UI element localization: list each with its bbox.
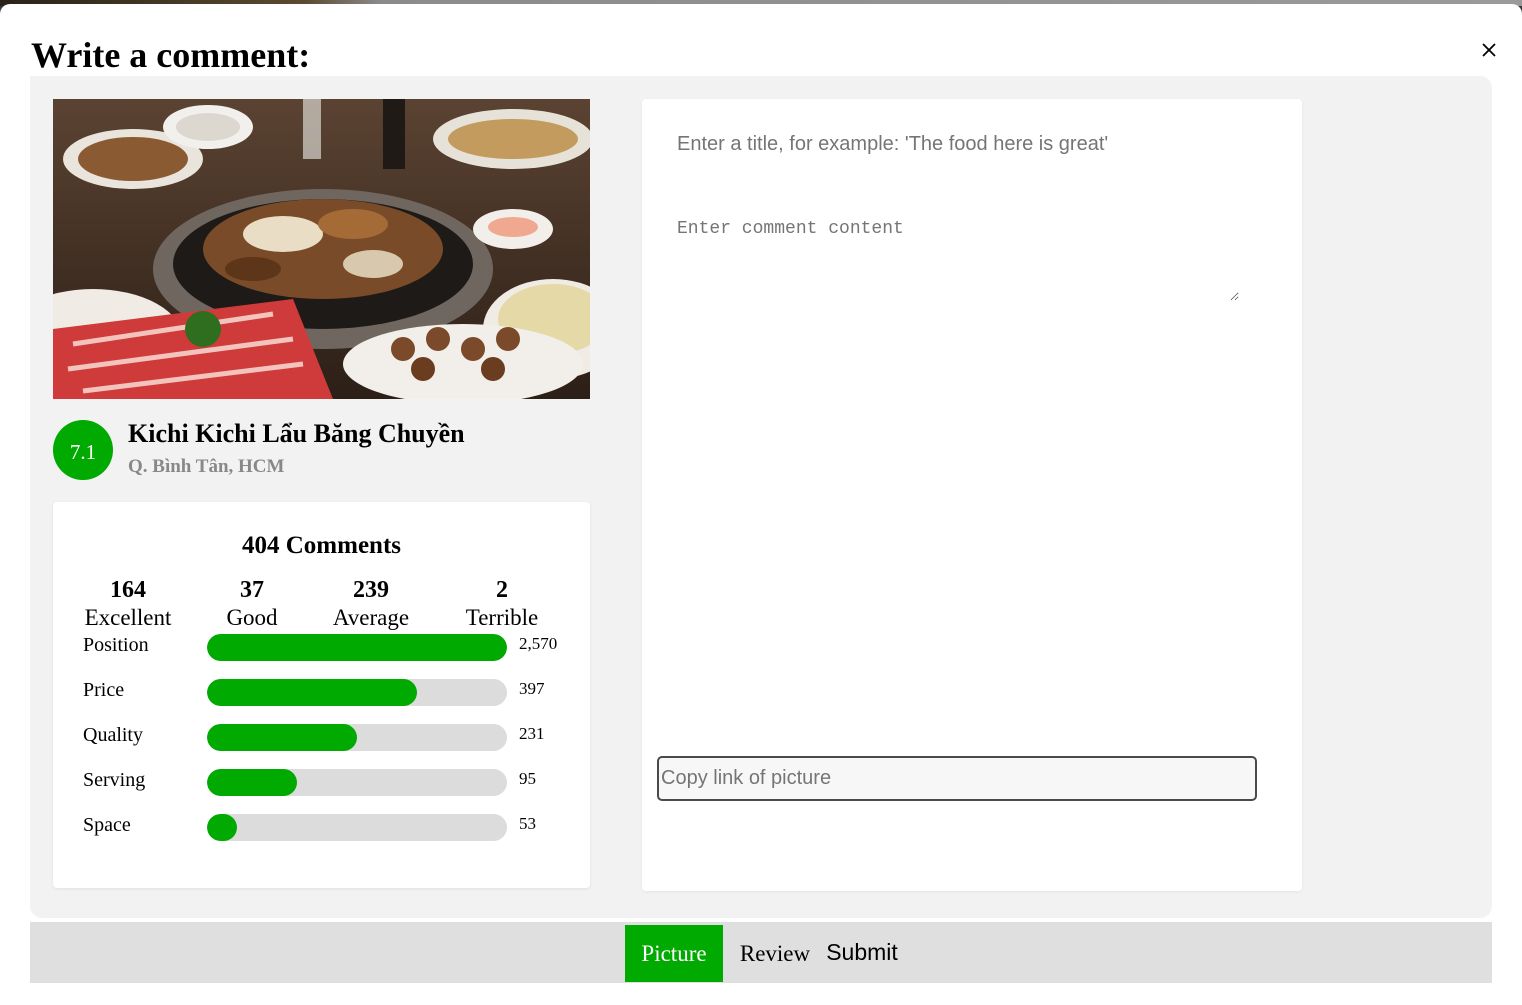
criterion-label: Quality: [83, 724, 143, 746]
criterion-bar: [207, 814, 507, 841]
rating-good: 37 Good: [217, 576, 287, 632]
rating-label: Excellent: [84, 605, 172, 630]
rating-terrible: 2 Terrible: [457, 576, 547, 632]
criterion-price: Price 397: [83, 679, 583, 709]
criterion-quality: Quality 231: [83, 724, 583, 754]
comment-content-textarea[interactable]: [675, 217, 1239, 301]
rating-count: 2: [496, 577, 508, 603]
criterion-label: Serving: [83, 769, 146, 791]
criterion-bar-fill: [207, 814, 237, 841]
modal-title: Write a comment:: [31, 35, 311, 75]
comment-panel: 7.1 Kichi Kichi Lẩu Băng Chuyền Q. Bình …: [30, 76, 1492, 918]
criterion-bar-fill: [207, 679, 417, 706]
criterion-bar-fill: [207, 634, 507, 661]
criterion-value: 397: [519, 679, 545, 698]
criterion-position: Position 2,570: [83, 634, 583, 664]
criterion-serving: Serving 95: [83, 769, 583, 799]
criterion-label: Space: [83, 814, 131, 836]
criterion-bar: [207, 679, 507, 706]
tab-picture[interactable]: Picture: [625, 925, 723, 982]
rating-count: 239: [353, 577, 389, 603]
submit-button[interactable]: Submit: [823, 925, 901, 979]
tab-review[interactable]: Review: [732, 925, 818, 982]
picture-link-input[interactable]: [657, 756, 1257, 801]
criterion-bar: [207, 769, 507, 796]
rating-count: 164: [110, 577, 146, 603]
criterion-value: 231: [519, 724, 545, 743]
restaurant-score-badge: 7.1: [53, 420, 113, 480]
criterion-value: 95: [519, 769, 536, 788]
rating-excellent: 164 Excellent: [83, 576, 173, 632]
rating-stats-card: 404 Comments 164 Excellent 37 Good 239 A…: [53, 502, 590, 888]
rating-label: Good: [226, 605, 278, 630]
criterion-bar: [207, 634, 507, 661]
rating-label: Terrible: [465, 605, 539, 630]
criterion-space: Space 53: [83, 814, 583, 844]
criterion-bar-fill: [207, 769, 297, 796]
criterion-bar: [207, 724, 507, 751]
food-hotpot-photo: [53, 99, 590, 399]
modal-footer-bar: Picture Review Submit: [30, 922, 1492, 983]
comment-title-input[interactable]: [675, 127, 1255, 161]
rating-label: Average: [332, 605, 410, 630]
close-icon[interactable]: [1476, 37, 1502, 63]
rating-count: 37: [240, 577, 264, 603]
restaurant-name: Kichi Kichi Lẩu Băng Chuyền: [128, 419, 465, 448]
criterion-bar-fill: [207, 724, 357, 751]
comments-count-heading: 404 Comments: [241, 532, 401, 559]
criterion-value: 53: [519, 814, 536, 833]
criterion-label: Price: [83, 679, 125, 701]
criterion-value: 2,570: [519, 634, 558, 653]
rating-average: 239 Average: [326, 576, 416, 632]
write-comment-modal: Write a comment: 7.1 Kichi Kichi Lẩu Băn…: [0, 4, 1522, 1005]
restaurant-location: Q. Bình Tân, HCM: [128, 456, 285, 477]
criterion-label: Position: [83, 634, 149, 656]
comment-form-card: [642, 99, 1302, 891]
